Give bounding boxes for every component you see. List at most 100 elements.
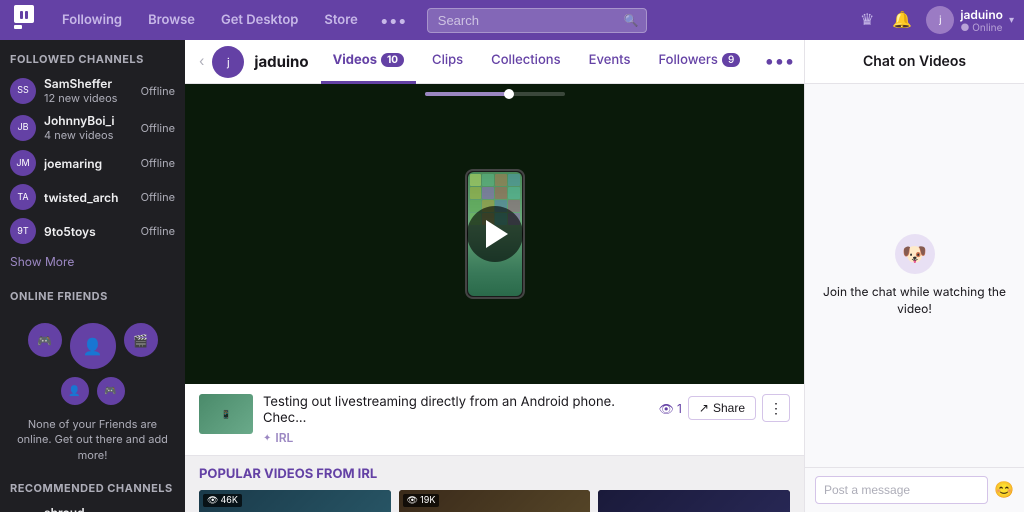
online-friends-title: Online Friends [0, 277, 185, 309]
tab-clips[interactable]: Clips [420, 40, 475, 84]
followed-channels-title: Followed Channels [0, 40, 185, 72]
video-player[interactable]: 00:01:00 00:02:02 ▶ ⏸ ⚙ ✂ ⬜ ▣ ⛶ [185, 84, 804, 384]
video-actions: 👁 1 ↗ Share ⋮ [659, 394, 790, 422]
show-more-button[interactable]: Show More [0, 248, 185, 277]
twitch-logo [10, 3, 38, 37]
dropdown-arrow-icon[interactable]: ▾ [1009, 14, 1014, 26]
user-info: jaduino ● Online [960, 7, 1003, 34]
sidebar-item-joemaring[interactable]: JM joemaring Offline [0, 146, 185, 180]
video-title: Testing out livestreaming directly from … [263, 394, 649, 426]
popular-video-thumbnail: 👁 46K [199, 490, 391, 512]
video-info: 📱 Testing out livestreaming directly fro… [185, 384, 804, 456]
scrub-bar-overlay [425, 92, 565, 96]
tab-nav-prev[interactable]: ‹ [195, 53, 208, 70]
channel-name: joemaring [44, 156, 133, 171]
nav-browse[interactable]: Browse [138, 12, 205, 28]
tab-followers[interactable]: Followers 9 [646, 40, 752, 84]
channel-name: 9to5toys [44, 224, 133, 239]
chat-body: 🐶 Join the chat while watching the video… [805, 84, 1024, 467]
video-details: Testing out livestreaming directly from … [263, 394, 649, 445]
nav-store[interactable]: Store [314, 12, 367, 28]
channel-status: Offline [141, 156, 175, 170]
channel-info: JohnnyBoi_i 4 new videos [44, 113, 133, 142]
channel-name: JohnnyBoi_i [44, 113, 133, 128]
user-menu[interactable]: j jaduino ● Online ▾ [926, 6, 1014, 34]
play-button[interactable] [467, 206, 523, 262]
channel-avatar: JB [10, 115, 36, 141]
channel-info: 9to5toys [44, 224, 133, 239]
friends-visual: 🎮 👤 🎬 👤 🎮 [0, 309, 185, 413]
channel-info: SamSheffer 12 new videos [44, 76, 133, 105]
sidebar-item-johnnyboi[interactable]: JB JohnnyBoi_i 4 new videos Offline [0, 109, 185, 146]
notifications-button[interactable]: 🔔 [888, 6, 916, 34]
share-icon: ↗ [699, 401, 709, 415]
popular-videos-title: POPULAR VIDEOS FROM IRL [199, 466, 790, 482]
chat-welcome-message: Join the chat while watching the video! [819, 284, 1010, 318]
channel-name: shroud [44, 505, 175, 512]
chat-input-area: 😊 [805, 467, 1024, 512]
tab-events[interactable]: Events [577, 40, 643, 84]
view-count: 👁 1 [659, 401, 682, 416]
friend-bubble: 🎬 [122, 321, 160, 359]
popular-videos-section: POPULAR VIDEOS FROM IRL 👁 46K 👁 19K [185, 456, 804, 512]
popular-video-card[interactable]: 👁 19K 12:51:08 [399, 490, 591, 512]
search-icon: 🔍 [624, 13, 639, 28]
view-count-overlay: 👁 19K [403, 494, 440, 507]
chat-mascot-avatar: 🐶 [895, 234, 935, 274]
view-count-label: 19K [420, 495, 435, 506]
tab-videos-badge: 10 [381, 53, 404, 67]
share-button[interactable]: ↗ Share [688, 396, 756, 420]
channel-name: SamSheffer [44, 76, 133, 91]
sidebar-item-shroud[interactable]: SH shroud PLAYERUNKNOWN'S BATT... [0, 501, 185, 512]
channel-status: Offline [141, 84, 175, 98]
channel-status: Offline [141, 190, 175, 204]
channel-avatar: 9T [10, 218, 36, 244]
sidebar: Followed Channels SS SamSheffer 12 new v… [0, 40, 185, 512]
profile-username: jaduino [254, 52, 308, 71]
channel-name: twisted_arch [44, 190, 133, 205]
main-content: ‹ j jaduino Videos 10 Clips Collections … [185, 40, 804, 512]
emoji-picker-button[interactable]: 😊 [994, 480, 1014, 500]
popular-videos-grid: 👁 46K 👁 19K 12:51:08 [199, 490, 790, 512]
tab-collections[interactable]: Collections [479, 40, 572, 84]
channel-status: Offline [141, 224, 175, 238]
channel-info: joemaring [44, 156, 133, 171]
chat-header: Chat on Videos [805, 40, 1024, 84]
sidebar-item-9to5toys[interactable]: 9T 9to5toys Offline [0, 214, 185, 248]
friend-bubble: 👤 [59, 375, 91, 407]
view-count-label: 46K [220, 495, 237, 506]
video-thumbnail-small: 📱 [199, 394, 253, 434]
sidebar-item-samshefffer[interactable]: SS SamSheffer 12 new videos Offline [0, 72, 185, 109]
tab-videos[interactable]: Videos 10 [321, 40, 416, 84]
popular-video-card[interactable]: 👁 46K [199, 490, 391, 512]
channel-sub: 12 new videos [44, 91, 133, 105]
crown-button[interactable]: ♛ [856, 6, 878, 34]
nav-following[interactable]: Following [52, 12, 132, 28]
no-friends-message: None of your Friends are online. Get out… [0, 413, 185, 471]
channel-avatar: TA [10, 184, 36, 210]
nav-get-desktop[interactable]: Get Desktop [211, 12, 308, 28]
view-count-overlay: 👁 46K [203, 494, 242, 507]
channel-status: Offline [141, 121, 175, 135]
sidebar-item-twisted-arch[interactable]: TA twisted_arch Offline [0, 180, 185, 214]
more-options-button[interactable]: ⋮ [762, 394, 790, 422]
channel-info: twisted_arch [44, 190, 133, 205]
chat-input[interactable] [815, 476, 988, 504]
search-input[interactable] [427, 8, 647, 33]
popular-video-thumbnail: 👁 19K 12:51:08 [399, 490, 591, 512]
recommended-channels-title: Recommended Channels [0, 471, 185, 501]
nav-more-button[interactable]: ••• [374, 10, 413, 30]
play-icon [486, 220, 508, 248]
search-wrapper: 🔍 [427, 8, 647, 33]
username-label: jaduino [960, 7, 1003, 22]
channel-avatar: SS [10, 78, 36, 104]
chat-header-text: Chat on Videos [863, 53, 966, 70]
profile-avatar: j [212, 46, 244, 78]
dog-icon: 🐶 [902, 242, 927, 266]
channel-avatar: JM [10, 150, 36, 176]
tab-more-button[interactable]: ••• [756, 51, 802, 72]
main-layout: Followed Channels SS SamSheffer 12 new v… [0, 40, 1024, 512]
popular-video-card[interactable]: 5:46:02 [598, 490, 790, 512]
nav-right-section: ♛ 🔔 j jaduino ● Online ▾ [856, 6, 1014, 34]
tag-label: IRL [275, 430, 293, 445]
